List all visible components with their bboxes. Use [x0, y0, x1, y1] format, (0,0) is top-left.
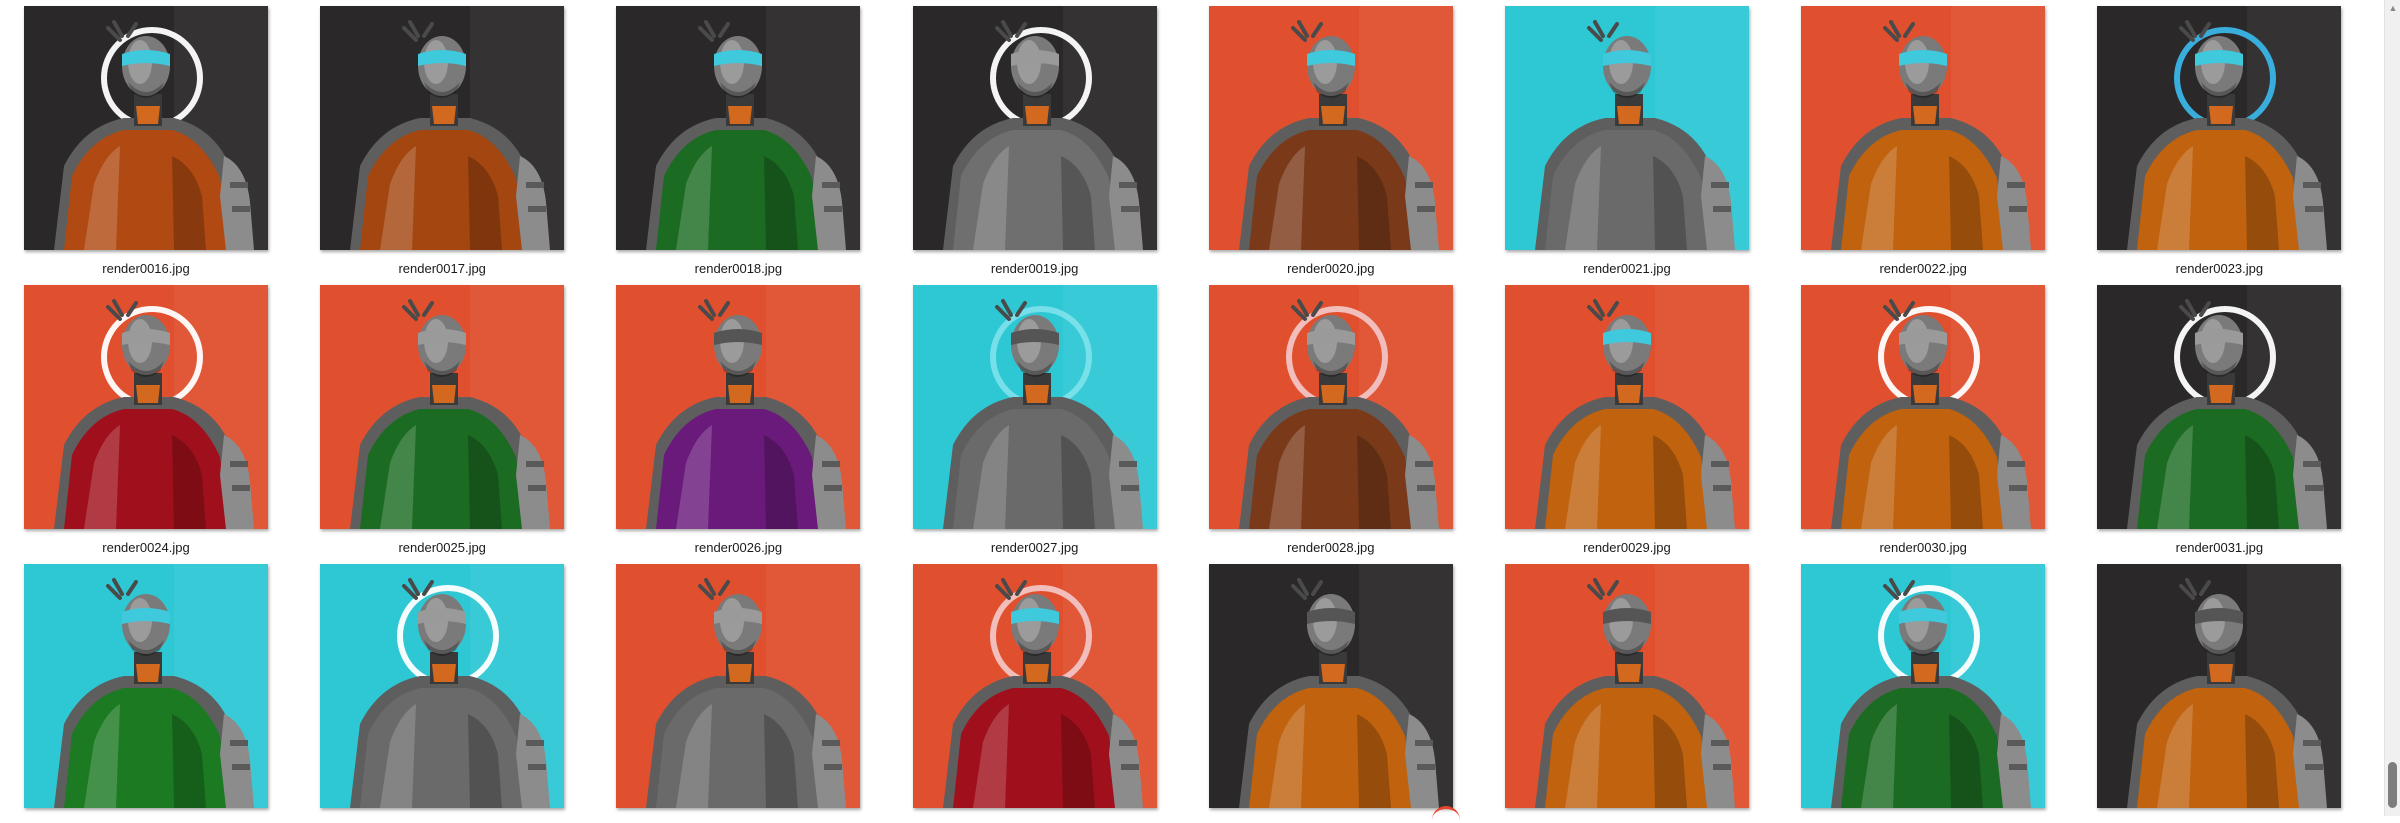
file-thumbnail[interactable]: render0030.jpg	[1777, 285, 2073, 563]
file-thumbnail[interactable]: render0025.jpg	[296, 285, 592, 563]
file-thumbnail[interactable]	[1777, 564, 2073, 816]
file-name: render0023.jpg	[2175, 261, 2264, 276]
thumbnail-image	[24, 285, 268, 529]
file-name: render0018.jpg	[694, 261, 783, 276]
file-name: render0024.jpg	[102, 540, 190, 555]
file-thumbnail[interactable]: render0019.jpg	[889, 6, 1185, 284]
file-thumbnail[interactable]: render0022.jpg	[1777, 6, 2073, 284]
vertical-scrollbar[interactable]: ▲	[2384, 0, 2400, 816]
file-name: render0031.jpg	[2175, 540, 2264, 555]
file-thumbnail[interactable]	[1481, 564, 1777, 816]
file-thumbnail[interactable]	[592, 564, 888, 816]
file-thumbnail[interactable]: render0017.jpg	[296, 6, 592, 284]
thumbnail-image	[24, 6, 268, 250]
scrollbar-thumb[interactable]	[2388, 762, 2397, 808]
thumbnail-image	[24, 564, 268, 808]
file-name: render0027.jpg	[990, 540, 1079, 555]
file-thumbnail[interactable]: render0016.jpg	[0, 6, 296, 284]
file-name: render0019.jpg	[990, 261, 1079, 276]
file-thumbnail[interactable]: render0029.jpg	[1481, 285, 1777, 563]
thumbnail-image	[1505, 564, 1749, 808]
thumbnail-image	[912, 285, 1157, 529]
file-thumbnail[interactable]: render0021.jpg	[1481, 6, 1777, 284]
file-name: render0022.jpg	[1879, 261, 1967, 276]
file-thumbnail[interactable]	[0, 564, 296, 816]
thumbnail-image	[912, 564, 1157, 808]
thumbnail-grid: render0016.jpg render0017.jpg render0018.j…	[0, 0, 2384, 816]
file-name: render0026.jpg	[694, 540, 783, 555]
file-name: render0020.jpg	[1287, 261, 1375, 276]
thumbnail-image	[1801, 564, 2046, 808]
file-thumbnail[interactable]: render0018.jpg	[592, 6, 888, 284]
thumbnail-image	[1208, 285, 1453, 529]
thumbnail-image	[1801, 285, 2046, 529]
thumbnail-image	[2097, 6, 2342, 250]
file-thumbnail[interactable]: render0026.jpg	[592, 285, 888, 563]
thumbnail-image	[320, 285, 565, 529]
thumbnail-image	[912, 6, 1157, 250]
thumbnail-image	[320, 6, 565, 250]
thumbnail-image	[616, 285, 861, 529]
chevron-up-icon[interactable]: ▲	[2385, 0, 2400, 16]
file-name: render0021.jpg	[1583, 261, 1671, 276]
thumbnail-image	[1208, 564, 1453, 808]
thumbnail-image	[320, 564, 565, 808]
thumbnail-image	[2097, 285, 2342, 529]
file-thumbnail[interactable]: render0028.jpg	[1185, 285, 1481, 563]
file-name: render0025.jpg	[398, 540, 486, 555]
file-thumbnail[interactable]: render0024.jpg	[0, 285, 296, 563]
file-name: render0017.jpg	[398, 261, 486, 276]
file-name: render0030.jpg	[1879, 540, 1967, 555]
thumbnail-image	[1208, 6, 1453, 250]
thumbnail-image	[1801, 6, 2046, 250]
file-name: render0028.jpg	[1287, 540, 1375, 555]
file-thumbnail[interactable]: render0023.jpg	[2073, 6, 2369, 284]
thumbnail-image	[1505, 285, 1749, 529]
file-thumbnail[interactable]	[1185, 564, 1481, 816]
thumbnail-image	[1505, 6, 1749, 250]
thumbnail-image	[616, 6, 861, 250]
thumbnail-image	[2097, 564, 2342, 808]
file-thumbnail[interactable]: render0031.jpg	[2073, 285, 2369, 563]
file-thumbnail[interactable]	[889, 564, 1185, 816]
file-thumbnail[interactable]	[296, 564, 592, 816]
thumbnail-image	[616, 564, 861, 808]
file-name: render0029.jpg	[1583, 540, 1671, 555]
file-thumbnail[interactable]	[2073, 564, 2369, 816]
file-thumbnail[interactable]: render0027.jpg	[889, 285, 1185, 563]
file-thumbnail[interactable]: render0020.jpg	[1185, 6, 1481, 284]
file-name: render0016.jpg	[102, 261, 190, 276]
